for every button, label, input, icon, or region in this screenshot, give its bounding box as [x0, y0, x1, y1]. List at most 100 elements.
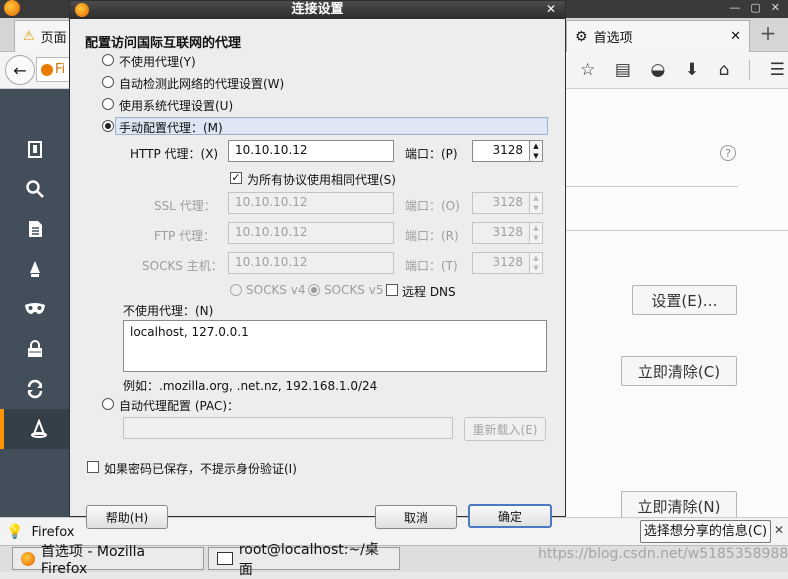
terminal-icon	[217, 552, 233, 565]
ssl-proxy-label: SSL 代理：	[154, 199, 216, 213]
socks-v5-label: SOCKS v5	[324, 283, 384, 297]
ssl-port-stepper: ▲ ▼	[529, 192, 543, 214]
firefox-logo-icon	[4, 0, 20, 16]
no-auth-prompt-checkbox[interactable]	[87, 461, 99, 473]
home-icon[interactable]: ⌂	[719, 60, 730, 80]
lightbulb-icon: 💡	[6, 524, 24, 540]
system-proxy-label: 使用系统代理设置(U)	[119, 99, 234, 113]
window-close-icon[interactable]: ✕	[771, 1, 780, 17]
connection-settings-dialog: 连接设置 ✕ 配置访问国际互联网的代理 不使用代理(Y) 自动检测此网络的代理设…	[69, 0, 566, 529]
ok-button[interactable]: 确定	[468, 504, 552, 528]
ssl-port-label: 端口：(O)	[405, 199, 460, 213]
firefox-task-icon	[21, 551, 35, 566]
tab-preferences[interactable]: ⚙ 首选项 ✕	[566, 20, 750, 52]
radio-socks-v4	[230, 284, 242, 296]
url-text: Fi	[55, 62, 66, 77]
hamburger-menu-icon[interactable]: ☰	[770, 60, 785, 80]
clear-cache-button[interactable]: 立即清除(C)	[621, 356, 737, 386]
watermark-text: https://blog.csdn.net/w51853589889	[538, 546, 788, 562]
pac-url-input	[123, 417, 453, 439]
taskbar-firefox-label: 首选项 - Mozilla Firefox	[40, 543, 146, 577]
gear-icon: ⚙	[575, 28, 588, 45]
connection-settings-button[interactable]: 设置(E)…	[632, 285, 737, 315]
tab-page-label: 页面	[40, 31, 67, 46]
dialog-close-icon[interactable]: ✕	[546, 2, 556, 16]
search-icon[interactable]	[0, 169, 69, 209]
menu-separator	[749, 60, 751, 80]
no-auth-prompt-label: 如果密码已保存，不提示身份验证(I)	[104, 462, 297, 476]
same-proxy-checkbox[interactable]: ✓	[230, 172, 242, 184]
ssl-proxy-input: 10.10.10.12	[228, 192, 394, 214]
ftp-proxy-input: 10.10.10.12	[228, 222, 394, 244]
content-divider-2	[566, 230, 788, 231]
firefox-site-icon	[41, 63, 53, 76]
auto-detect-label: 自动检测此网络的代理设置(W)	[119, 77, 285, 91]
dialog-title: 连接设置	[70, 1, 565, 19]
reload-pac-button: 重新载入(E)	[464, 417, 546, 441]
ftp-proxy-label: FTP 代理：	[154, 229, 216, 243]
applications-icon[interactable]	[0, 249, 69, 289]
pocket-icon[interactable]: ◒	[650, 60, 665, 80]
proxy-heading: 配置访问国际互联网的代理	[85, 36, 242, 51]
dialog-firefox-icon	[75, 3, 89, 17]
socks-v4-label: SOCKS v4	[246, 283, 306, 297]
preferences-sidebar	[0, 89, 73, 517]
window-controls[interactable]: — ▢ ✕	[690, 1, 786, 17]
radio-system-proxy[interactable]	[102, 98, 114, 110]
socks-host-label: SOCKS 主机：	[142, 259, 223, 273]
http-proxy-input[interactable]: 10.10.10.12	[228, 140, 394, 162]
cancel-button[interactable]: 取消	[375, 505, 457, 529]
back-button[interactable]: ←	[5, 55, 35, 85]
help-button[interactable]: 帮助(H)	[86, 505, 168, 529]
socks-port-input: 3128	[472, 252, 530, 274]
share-info-button[interactable]: 选择想分享的信息(C)	[640, 520, 771, 543]
radio-no-proxy[interactable]	[102, 54, 114, 66]
minimize-icon[interactable]: —	[729, 1, 740, 17]
socks-port-stepper: ▲ ▼	[529, 252, 543, 274]
privacy-mask-icon[interactable]	[0, 289, 69, 329]
ftp-port-stepper: ▲ ▼	[529, 222, 543, 244]
remote-dns-label: 远程 DNS	[402, 285, 456, 299]
ftp-port-label: 端口：(R)	[405, 229, 459, 243]
tab-preferences-label: 首选项	[593, 31, 633, 46]
no-proxy-for-textarea[interactable]: localhost, 127.0.0.1	[123, 320, 547, 372]
radio-manual-proxy[interactable]	[102, 120, 114, 132]
sync-icon[interactable]	[0, 369, 69, 409]
status-text: Firefox	[31, 524, 75, 540]
no-proxy-for-label: 不使用代理：(N)	[123, 304, 214, 318]
ftp-port-input: 3128	[472, 222, 530, 244]
toolbar-icons: ☆ ▤ ◒ ⬇ ⌂ ☰	[580, 58, 785, 82]
http-port-input[interactable]: 3128	[472, 140, 530, 162]
reader-list-icon[interactable]: ▤	[615, 60, 631, 80]
manual-proxy-label: 手动配置代理：(M)	[119, 121, 223, 135]
content-icon[interactable]	[0, 209, 69, 249]
warning-icon: ⚠	[23, 29, 35, 44]
new-tab-button[interactable]: +	[756, 22, 780, 46]
advanced-icon[interactable]	[0, 409, 73, 449]
radio-auto-config[interactable]	[102, 398, 114, 410]
tab-close-icon[interactable]: ✕	[730, 29, 741, 44]
no-proxy-example: 例如：.mozilla.org, .net.nz, 192.168.1.0/24	[123, 379, 378, 393]
http-port-label: 端口：(P)	[405, 147, 458, 161]
socks-host-input: 10.10.10.12	[228, 252, 394, 274]
radio-auto-detect[interactable]	[102, 76, 114, 88]
ssl-port-input: 3128	[472, 192, 530, 214]
download-icon[interactable]: ⬇	[685, 60, 699, 80]
taskbar-item-firefox[interactable]: 首选项 - Mozilla Firefox	[12, 544, 204, 577]
taskbar-item-terminal[interactable]: root@localhost:~/桌面	[208, 542, 400, 578]
remote-dns-checkbox[interactable]	[386, 284, 398, 296]
same-proxy-label: 为所有协议使用相同代理(S)	[247, 173, 396, 187]
back-arrow-icon: ←	[13, 61, 27, 80]
bookmark-star-icon[interactable]: ☆	[580, 60, 595, 80]
general-icon[interactable]	[0, 129, 69, 169]
maximize-icon[interactable]: ▢	[750, 1, 760, 17]
http-port-stepper[interactable]: ▲ ▼	[529, 140, 543, 162]
taskbar-terminal-label: root@localhost:~/桌面	[238, 541, 379, 578]
help-circle-icon[interactable]: ?	[720, 145, 736, 161]
status-bar-content: 💡 Firefox	[6, 522, 74, 542]
auto-config-label: 自动代理配置 (PAC)：	[119, 399, 240, 413]
security-lock-icon[interactable]	[0, 329, 69, 369]
statusbar-close-icon[interactable]: ✕	[774, 523, 784, 537]
socks-port-label: 端口：(T)	[405, 259, 458, 273]
content-divider-1	[566, 186, 738, 187]
